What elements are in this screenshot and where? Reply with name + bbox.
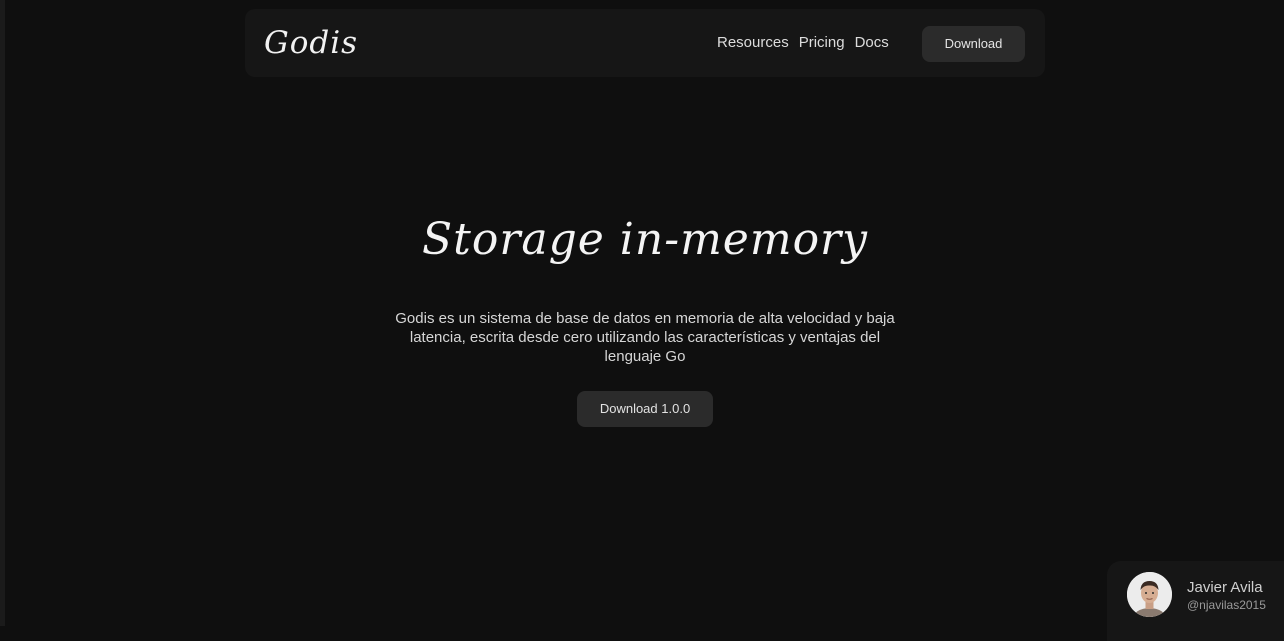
hero-download-button[interactable]: Download 1.0.0 [577,391,713,427]
logo[interactable]: Godis [264,23,358,63]
hero-title: Storage in-memory [422,214,868,265]
nav-link-docs[interactable]: Docs [855,33,889,53]
navbar: Godis Resources Pricing Docs Download [245,9,1045,77]
hero-description: Godis es un sistema de base de datos en … [395,310,895,365]
author-name: Javier Avila [1187,579,1263,596]
left-edge-divider [0,0,5,626]
nav-link-resources[interactable]: Resources [717,33,789,53]
nav-link-pricing[interactable]: Pricing [799,33,845,53]
author-handle: @njavilas2015 [1187,598,1266,612]
nav-links: Resources Pricing Docs [717,33,889,53]
author-card[interactable]: Javier Avila @njavilas2015 [1107,561,1284,641]
nav-download-button[interactable]: Download [922,26,1025,62]
avatar-portrait-icon [1127,572,1172,617]
avatar [1127,572,1172,617]
